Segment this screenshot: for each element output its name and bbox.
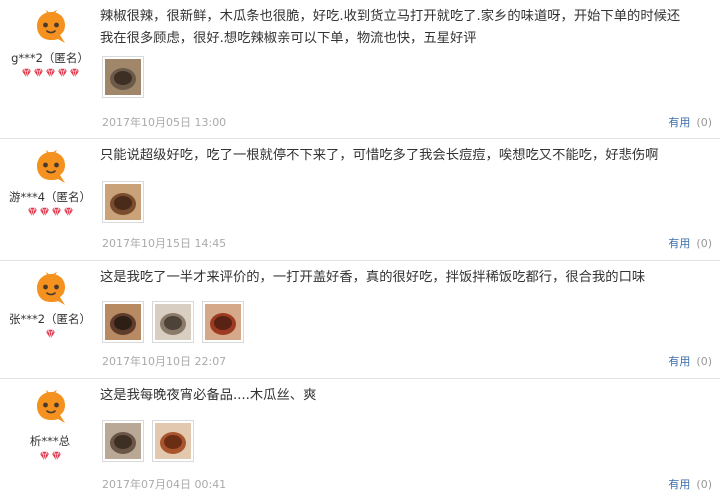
- review-meta: 2017年10月10日 22:07 有用 (0): [100, 353, 720, 369]
- mascot-avatar-icon: [32, 8, 70, 46]
- review-image-thumbnail[interactable]: [102, 301, 144, 343]
- review-meta: 2017年10月15日 14:45 有用 (0): [100, 235, 720, 251]
- review-text: 辣椒很辣，很新鲜，木瓜条也很脆，好吃.收到货立马打开就吃了.家乡的味道呀，开始下…: [100, 9, 681, 46]
- useful-count: (0): [696, 116, 712, 129]
- review-content: 这是我吃了一半才来评价的，一打开盖好香，真的很好吃，拌饭拌稀饭吃都行，很合我的口…: [100, 261, 720, 378]
- review-content: 这是我每晚夜宵必备品....木瓜丝、爽 2017年07月04日 00:41 有用…: [100, 379, 720, 500]
- useful-vote: 有用 (0): [668, 353, 712, 369]
- review-images: [102, 181, 152, 223]
- review-date: 2017年10月15日 14:45: [102, 237, 227, 250]
- review-content: 辣椒很辣，很新鲜，木瓜条也很脆，好吃.收到货立马打开就吃了.家乡的味道呀，开始下…: [100, 0, 720, 138]
- review-image-thumbnail[interactable]: [202, 301, 244, 343]
- useful-count: (0): [696, 355, 712, 368]
- useful-button[interactable]: 有用: [668, 355, 690, 368]
- gem-icon: [63, 207, 74, 217]
- gem-icon: [21, 68, 32, 78]
- review-item: 张***2（匿名） 这是我吃了一半才来评价的，一打开盖好香，真的很好吃，拌饭拌稀…: [0, 261, 720, 379]
- user-level: [0, 329, 100, 339]
- review-meta: 2017年07月04日 00:41 有用 (0): [100, 476, 720, 492]
- review-item: g***2（匿名） 辣椒很辣，很新鲜，木瓜条也很脆，好吃.收到货立马打开就吃了.…: [0, 0, 720, 139]
- review-images: [102, 301, 252, 343]
- gem-icon: [39, 207, 50, 217]
- review-image-thumbnail[interactable]: [102, 56, 144, 98]
- gem-icon: [51, 451, 62, 461]
- review-meta: 2017年10月05日 13:00 有用 (0): [100, 114, 720, 130]
- user-name[interactable]: 张***2（匿名）: [0, 311, 100, 327]
- gem-icon: [45, 329, 56, 339]
- avatar[interactable]: [32, 388, 70, 426]
- gem-icon: [45, 68, 56, 78]
- gem-icon: [57, 68, 68, 78]
- useful-vote: 有用 (0): [668, 476, 712, 492]
- review-item: 游***4（匿名） 只能说超级好吃，吃了一根就停不下来了，可惜吃多了我会长痘痘，…: [0, 139, 720, 261]
- review-images: [102, 56, 152, 98]
- review-date: 2017年07月04日 00:41: [102, 478, 227, 491]
- user-level: [0, 207, 100, 217]
- user-name[interactable]: 析***总: [0, 433, 100, 449]
- review-image-thumbnail[interactable]: [102, 181, 144, 223]
- user-level: [0, 451, 100, 461]
- gem-icon: [69, 68, 80, 78]
- review-content: 只能说超级好吃，吃了一根就停不下来了，可惜吃多了我会长痘痘，唉想吃又不能吃，好悲…: [100, 139, 720, 260]
- review-date: 2017年10月10日 22:07: [102, 355, 227, 368]
- gem-icon: [33, 68, 44, 78]
- review-date: 2017年10月05日 13:00: [102, 116, 227, 129]
- mascot-avatar-icon: [32, 270, 70, 308]
- review-images: [102, 420, 202, 462]
- avatar[interactable]: [32, 148, 70, 186]
- useful-button[interactable]: 有用: [668, 237, 690, 250]
- review-user: 析***总: [0, 379, 100, 500]
- mascot-avatar-icon: [32, 388, 70, 426]
- useful-count: (0): [696, 478, 712, 491]
- avatar[interactable]: [32, 8, 70, 46]
- useful-button[interactable]: 有用: [668, 478, 690, 491]
- avatar[interactable]: [32, 270, 70, 308]
- useful-vote: 有用 (0): [668, 235, 712, 251]
- review-text: 这是我每晚夜宵必备品....木瓜丝、爽: [100, 388, 317, 403]
- review-text: 这是我吃了一半才来评价的，一打开盖好香，真的很好吃，拌饭拌稀饭吃都行，很合我的口…: [100, 270, 646, 285]
- review-image-thumbnail[interactable]: [152, 420, 194, 462]
- useful-vote: 有用 (0): [668, 114, 712, 130]
- gem-icon: [27, 207, 38, 217]
- review-image-thumbnail[interactable]: [152, 301, 194, 343]
- review-user: g***2（匿名）: [0, 0, 100, 138]
- review-text: 只能说超级好吃，吃了一根就停不下来了，可惜吃多了我会长痘痘，唉想吃又不能吃，好悲…: [100, 148, 659, 163]
- useful-button[interactable]: 有用: [668, 116, 690, 129]
- gem-icon: [39, 451, 50, 461]
- useful-count: (0): [696, 237, 712, 250]
- user-level: [0, 68, 100, 78]
- user-name[interactable]: 游***4（匿名）: [0, 189, 100, 205]
- mascot-avatar-icon: [32, 148, 70, 186]
- review-image-thumbnail[interactable]: [102, 420, 144, 462]
- review-item: 析***总 这是我每晚夜宵必备品....木瓜丝、爽 2017年07月04日 00…: [0, 379, 720, 500]
- user-name[interactable]: g***2（匿名）: [0, 50, 100, 66]
- review-user: 游***4（匿名）: [0, 139, 100, 260]
- review-list: g***2（匿名） 辣椒很辣，很新鲜，木瓜条也很脆，好吃.收到货立马打开就吃了.…: [0, 0, 720, 500]
- review-user: 张***2（匿名）: [0, 261, 100, 378]
- gem-icon: [51, 207, 62, 217]
